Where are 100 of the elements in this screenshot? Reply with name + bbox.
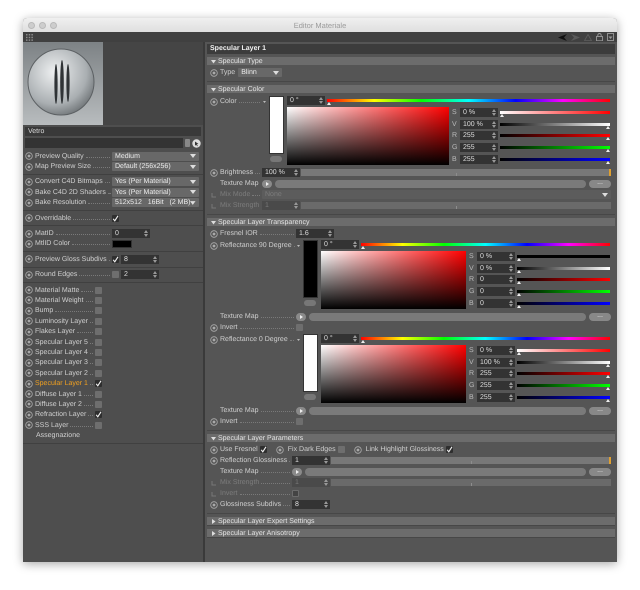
hue-slider[interactable] (361, 337, 610, 340)
circle-dot-icon[interactable] (25, 348, 33, 356)
circle-dot-icon[interactable] (25, 296, 33, 304)
circle-dot-icon[interactable] (210, 456, 218, 464)
checkbox[interactable] (296, 324, 303, 331)
grid-icon[interactable] (26, 34, 33, 40)
arrow-button[interactable] (262, 180, 272, 188)
circle-dot-icon[interactable] (210, 418, 218, 426)
circle-dot-icon[interactable] (25, 188, 33, 196)
hue-slider[interactable] (361, 243, 610, 246)
circle-dot-icon[interactable] (25, 178, 33, 186)
circle-dot-icon[interactable] (210, 446, 218, 454)
texture-field[interactable] (305, 468, 586, 476)
circle-dot-icon[interactable] (25, 152, 33, 160)
gradient-slider[interactable] (517, 396, 610, 399)
circle-dot-icon[interactable] (25, 421, 33, 430)
spinner-icon[interactable] (509, 264, 513, 272)
spinner-icon[interactable] (492, 109, 496, 116)
circle-dot-icon[interactable] (25, 162, 33, 171)
circle-dot-icon[interactable] (25, 390, 33, 398)
color-picker-square[interactable] (321, 251, 466, 309)
spinner-icon[interactable] (294, 169, 298, 176)
checkbox[interactable] (95, 390, 102, 398)
color-picker-square[interactable] (321, 345, 466, 403)
arrow-button[interactable] (296, 312, 306, 320)
spinner-icon[interactable] (509, 370, 513, 378)
gradient-slider[interactable] (500, 158, 610, 161)
circle-dot-icon[interactable] (210, 168, 218, 176)
checkbox[interactable] (95, 328, 102, 336)
spinner-icon[interactable] (324, 457, 328, 464)
circle-dot-icon[interactable] (354, 446, 362, 454)
circle-dot-icon[interactable] (210, 336, 218, 344)
lock-icon[interactable] (596, 33, 603, 41)
spinner-icon[interactable] (509, 347, 513, 354)
texture-field[interactable] (275, 180, 586, 188)
gradient-slider[interactable] (517, 384, 610, 388)
texture-field[interactable] (309, 312, 586, 320)
checkbox[interactable] (95, 286, 102, 294)
spinner-icon[interactable] (353, 335, 357, 342)
hue-slider[interactable] (327, 99, 610, 102)
circle-dot-icon[interactable] (25, 338, 33, 346)
spinner-icon[interactable] (509, 394, 513, 401)
gradient-slider[interactable] (500, 111, 610, 114)
texture-field[interactable] (309, 406, 586, 414)
checkbox[interactable] (95, 296, 102, 304)
checkbox[interactable] (112, 271, 119, 278)
gradient-slider[interactable] (517, 290, 610, 294)
checkbox[interactable] (95, 338, 102, 346)
circle-dot-icon[interactable] (25, 214, 33, 222)
caret-icon[interactable] (297, 338, 300, 340)
spinner-icon[interactable] (492, 120, 496, 128)
text-field[interactable] (25, 138, 183, 148)
circle-dot-icon[interactable] (25, 270, 33, 279)
circle-dot-icon[interactable] (25, 317, 33, 326)
checkbox[interactable] (338, 446, 345, 453)
gradient-slider[interactable] (500, 134, 610, 138)
gradient-slider[interactable] (500, 146, 610, 150)
gradient-slider[interactable] (517, 255, 610, 258)
spinner-icon[interactable] (319, 97, 323, 104)
spinner-icon[interactable] (509, 300, 513, 307)
checkbox[interactable] (95, 307, 102, 314)
circle-dot-icon[interactable] (25, 380, 33, 388)
gradient-slider[interactable] (517, 360, 610, 364)
spinner-icon[interactable] (153, 256, 157, 263)
gradient-slider[interactable] (500, 122, 610, 126)
window-icon[interactable] (607, 33, 614, 41)
checkbox[interactable] (95, 422, 102, 429)
circle-dot-icon[interactable] (25, 230, 33, 238)
spinner-icon[interactable] (153, 271, 157, 278)
circle-dot-icon[interactable] (25, 255, 33, 264)
circle-dot-icon[interactable] (210, 68, 218, 76)
checkbox[interactable] (95, 370, 102, 377)
circle-dot-icon[interactable] (25, 410, 33, 419)
spinner-icon[interactable] (509, 288, 513, 296)
gradient-slider[interactable] (517, 266, 610, 270)
caret-icon[interactable] (263, 100, 266, 102)
arrow-button[interactable] (292, 468, 302, 476)
circle-dot-icon[interactable] (276, 446, 284, 454)
spinner-icon[interactable] (328, 230, 332, 237)
circle-dot-icon[interactable] (210, 98, 218, 106)
circle-dot-icon[interactable] (210, 500, 218, 508)
spinner-icon[interactable] (492, 156, 496, 163)
circle-dot-icon[interactable] (25, 328, 33, 336)
circle-dot-icon[interactable] (25, 240, 33, 248)
spinner-icon[interactable] (509, 382, 513, 390)
circle-dot-icon[interactable] (25, 358, 33, 367)
checkbox[interactable] (95, 359, 102, 366)
checkbox[interactable] (95, 348, 102, 356)
gradient-slider[interactable] (517, 349, 610, 352)
checkbox[interactable] (95, 318, 102, 325)
gradient-slider[interactable] (517, 278, 610, 282)
checkbox[interactable] (296, 418, 303, 425)
checkbox[interactable] (95, 400, 102, 408)
spinner-icon[interactable] (509, 276, 513, 284)
arrow-button[interactable] (296, 406, 306, 414)
spinner-icon[interactable] (509, 253, 513, 260)
circle-dot-icon[interactable] (210, 230, 218, 238)
spinner-icon[interactable] (144, 230, 148, 238)
circle-dot-icon[interactable] (25, 306, 33, 315)
caret-icon[interactable] (297, 244, 300, 246)
